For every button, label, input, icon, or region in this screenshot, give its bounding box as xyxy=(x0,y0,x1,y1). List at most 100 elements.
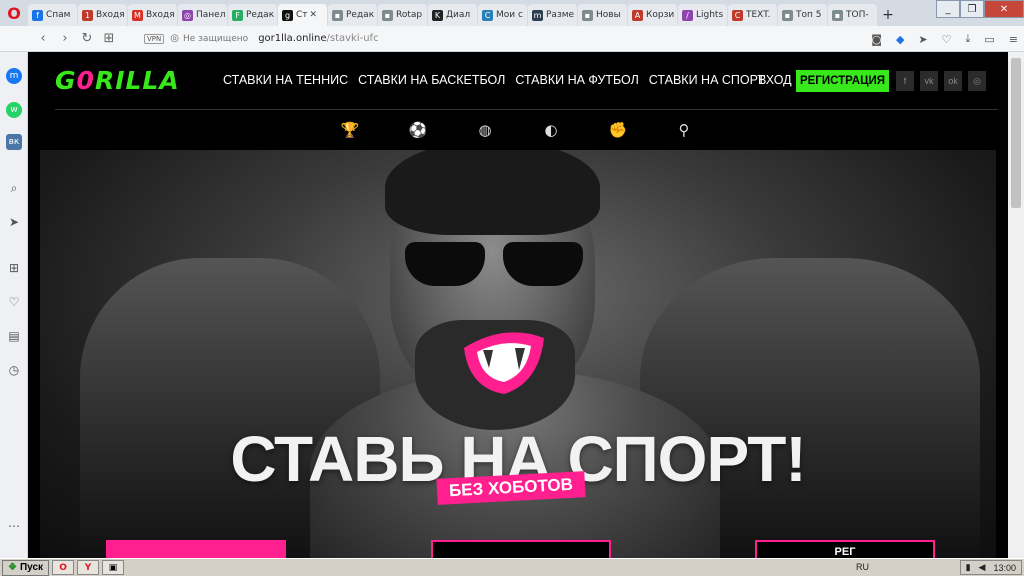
heart-icon[interactable]: ♡ xyxy=(942,33,952,46)
page-scrollbar[interactable] xyxy=(1008,52,1024,558)
network-icon[interactable]: ▮ xyxy=(966,562,971,573)
menu-icon[interactable]: ≡ xyxy=(1009,33,1018,46)
tab-favicon-icon: / xyxy=(682,9,693,21)
tab-label: Редак xyxy=(346,10,375,20)
browser-tab[interactable]: g Ст ✕ xyxy=(278,4,327,26)
maximize-button[interactable]: ❐ xyxy=(960,0,984,18)
tab-label: Входя xyxy=(146,10,175,20)
start-label: Пуск xyxy=(19,562,44,573)
browser-tab[interactable]: m Разме xyxy=(528,4,577,26)
camera-icon[interactable]: ◙ xyxy=(871,33,882,46)
scrollbar-thumb[interactable] xyxy=(1011,58,1021,208)
browser-tab[interactable]: A Корзи xyxy=(628,4,677,26)
basketball-icon[interactable]: ◍ xyxy=(475,120,495,140)
facebook-icon[interactable]: f xyxy=(896,71,914,91)
globe-icon: ◎ xyxy=(170,33,179,44)
volume-icon[interactable]: ◀ xyxy=(979,562,986,573)
speed-dial-icon[interactable]: ⊞ xyxy=(98,31,120,46)
tab-label: Lights xyxy=(696,10,724,20)
minimize-button[interactable]: _ xyxy=(936,0,960,18)
close-tab-icon[interactable]: ✕ xyxy=(310,10,318,20)
start-button[interactable]: ❖ Пуск xyxy=(2,559,50,576)
nav-tennis[interactable]: СТАВКИ НА ТЕННИС xyxy=(223,73,348,87)
cta-button-2[interactable] xyxy=(431,540,611,558)
news-icon[interactable]: ▤ xyxy=(6,328,22,344)
grid-icon[interactable]: ⊞ xyxy=(6,260,22,276)
tab-favicon-icon: 1 xyxy=(82,9,93,21)
back-icon[interactable]: ‹ xyxy=(32,31,54,46)
browser-tab[interactable]: C TEXT. xyxy=(728,4,777,26)
browser-tab[interactable]: ▪ Топ 5 xyxy=(778,4,827,26)
close-window-button[interactable]: ✕ xyxy=(984,0,1024,18)
reload-icon[interactable]: ↻ xyxy=(76,31,98,46)
tab-favicon-icon: ▪ xyxy=(332,9,343,21)
taskbar-app[interactable]: ▣ xyxy=(102,560,125,575)
search-icon[interactable]: ⌕ xyxy=(6,180,22,196)
vampire-mouth-icon xyxy=(464,332,544,394)
new-tab-button[interactable]: + xyxy=(878,4,898,26)
more-icon[interactable]: ⋯ xyxy=(6,518,22,534)
adblock-icon[interactable]: ◆ xyxy=(896,33,904,46)
trophy-icon[interactable]: 🏆 xyxy=(340,120,360,140)
browser-tab[interactable]: C Мои с xyxy=(478,4,527,26)
browser-tab[interactable]: / Lights xyxy=(678,4,727,26)
boxing-icon[interactable]: ✊ xyxy=(608,120,628,140)
register-button[interactable]: РЕГИСТРАЦИЯ xyxy=(796,70,889,92)
tab-label: Ст xyxy=(296,10,308,20)
tennis-icon[interactable]: ◐ xyxy=(541,120,561,140)
vk-icon[interactable]: вк xyxy=(6,134,22,150)
browser-tab[interactable]: M Входя xyxy=(128,4,177,26)
browser-sidebar: m w вк ⌕ ➤ ⊞ ♡ ▤ ◷ ⋯ xyxy=(0,52,28,558)
heart-icon[interactable]: ♡ xyxy=(6,294,22,310)
football-icon[interactable]: ⚽ xyxy=(408,120,428,140)
windows-taskbar: ❖ Пуск O Y ▣ RU ▮ ◀ 13:00 xyxy=(0,558,1024,576)
battery-icon[interactable]: ▭ xyxy=(984,33,994,46)
cta-button-1[interactable] xyxy=(106,540,286,558)
nav-football[interactable]: СТАВКИ НА ФУТБОЛ xyxy=(515,73,638,87)
browser-tab[interactable]: ◎ Панел xyxy=(178,4,227,26)
send-icon[interactable]: ➤ xyxy=(6,214,22,230)
nav-basketball[interactable]: СТАВКИ НА БАСКЕТБОЛ xyxy=(358,73,505,87)
history-icon[interactable]: ◷ xyxy=(6,362,22,378)
opera-menu-icon[interactable]: O xyxy=(0,0,28,26)
forward-icon[interactable]: › xyxy=(54,31,76,46)
badminton-icon[interactable]: ⚲ xyxy=(674,120,694,140)
send-icon[interactable]: ➤ xyxy=(918,33,927,46)
instagram-icon[interactable]: ◎ xyxy=(968,71,986,91)
cta-button-3[interactable]: РЕГ xyxy=(755,540,935,558)
url-field[interactable]: gor1lla.online/stavki-ufc xyxy=(258,33,378,44)
download-icon[interactable]: ⤓ xyxy=(966,32,971,46)
security-status[interactable]: Не защищено xyxy=(183,34,248,44)
taskbar-yandex[interactable]: Y xyxy=(77,560,100,575)
tab-favicon-icon: g xyxy=(282,9,293,21)
gorilla-logo[interactable]: G0RILLA xyxy=(55,66,180,95)
tab-favicon-icon: ▪ xyxy=(832,9,843,21)
taskbar-opera[interactable]: O xyxy=(52,560,75,575)
messenger-icon[interactable]: m xyxy=(6,68,22,84)
browser-tab[interactable]: K Диал xyxy=(428,4,477,26)
clock[interactable]: 13:00 xyxy=(993,563,1016,573)
nav-sport[interactable]: СТАВКИ НА СПОРТ xyxy=(649,73,765,87)
vk-icon[interactable]: vk xyxy=(920,71,938,91)
vpn-badge[interactable]: VPN xyxy=(144,33,165,44)
browser-tab[interactable]: ▪ Редак xyxy=(328,4,377,26)
tab-favicon-icon: ▪ xyxy=(382,9,393,21)
tab-label: Новы xyxy=(596,10,621,20)
language-indicator[interactable]: RU xyxy=(856,562,869,572)
browser-tab[interactable]: ▪ Rotap xyxy=(378,4,427,26)
browser-tab[interactable]: 1 Входя xyxy=(78,4,127,26)
login-link[interactable]: ВХОД xyxy=(758,73,792,87)
browser-tab[interactable]: ▪ Новы xyxy=(578,4,627,26)
browser-tab[interactable]: F Редак xyxy=(228,4,277,26)
tab-label: Панел xyxy=(196,10,226,20)
tab-favicon-icon: f xyxy=(32,9,43,21)
tab-label: Корзи xyxy=(646,10,675,20)
cta-button-3-label: РЕГ xyxy=(834,546,856,558)
logo-prefix: G xyxy=(55,66,77,95)
odnoklassniki-icon[interactable]: ok xyxy=(944,71,962,91)
sport-category-bar: 🏆 ⚽ ◍ ◐ ✊ ⚲ xyxy=(28,110,1008,150)
tab-label: Мои с xyxy=(496,10,523,20)
browser-tab[interactable]: f Спам xyxy=(28,4,77,26)
browser-tab[interactable]: ▪ ТОП- xyxy=(828,4,877,26)
whatsapp-icon[interactable]: w xyxy=(6,102,22,118)
